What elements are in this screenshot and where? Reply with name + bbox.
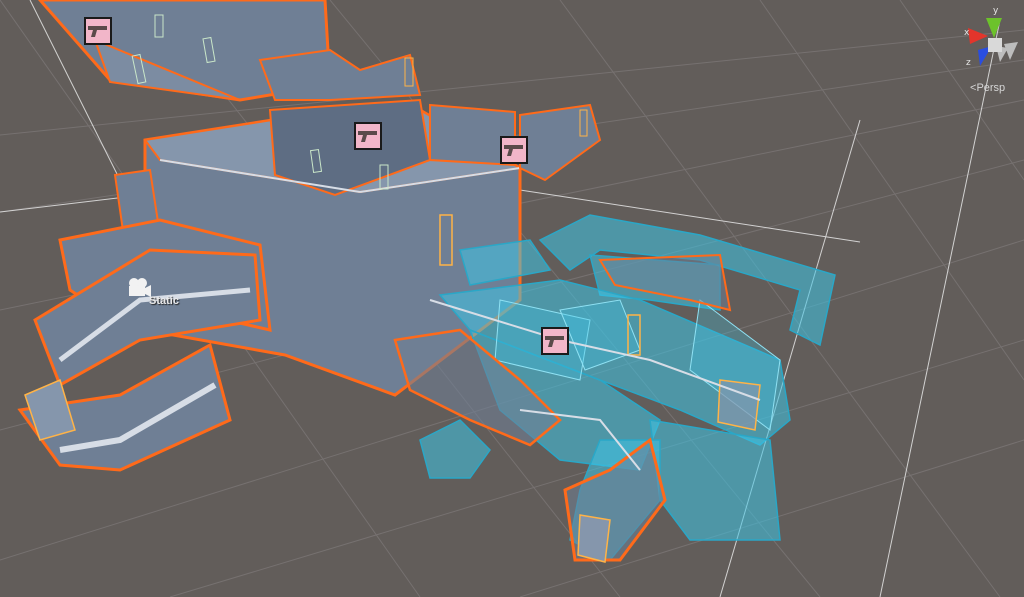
axis-x-label: x bbox=[964, 28, 970, 38]
scene-gizmo-icon bbox=[968, 18, 1018, 66]
scene-viewport[interactable]: Static y x z <Persp bbox=[0, 0, 1024, 597]
pistol-icon bbox=[358, 131, 377, 142]
weapon-pickup-4[interactable] bbox=[541, 327, 569, 355]
projection-label: Persp bbox=[976, 82, 1006, 94]
projection-toggle[interactable]: <Persp bbox=[970, 82, 1005, 94]
weapon-pickup-3[interactable] bbox=[500, 136, 528, 164]
pistol-icon bbox=[88, 26, 107, 37]
orientation-gizmo[interactable]: y x z bbox=[958, 6, 1024, 82]
pistol-icon bbox=[504, 145, 523, 156]
axis-z-label: z bbox=[966, 58, 971, 68]
weapon-pickup-2[interactable] bbox=[354, 122, 382, 150]
camera-static-label: Static bbox=[149, 295, 179, 307]
pistol-icon bbox=[545, 336, 564, 347]
axis-y-label: y bbox=[993, 6, 999, 16]
weapon-pickup-1[interactable] bbox=[84, 17, 112, 45]
